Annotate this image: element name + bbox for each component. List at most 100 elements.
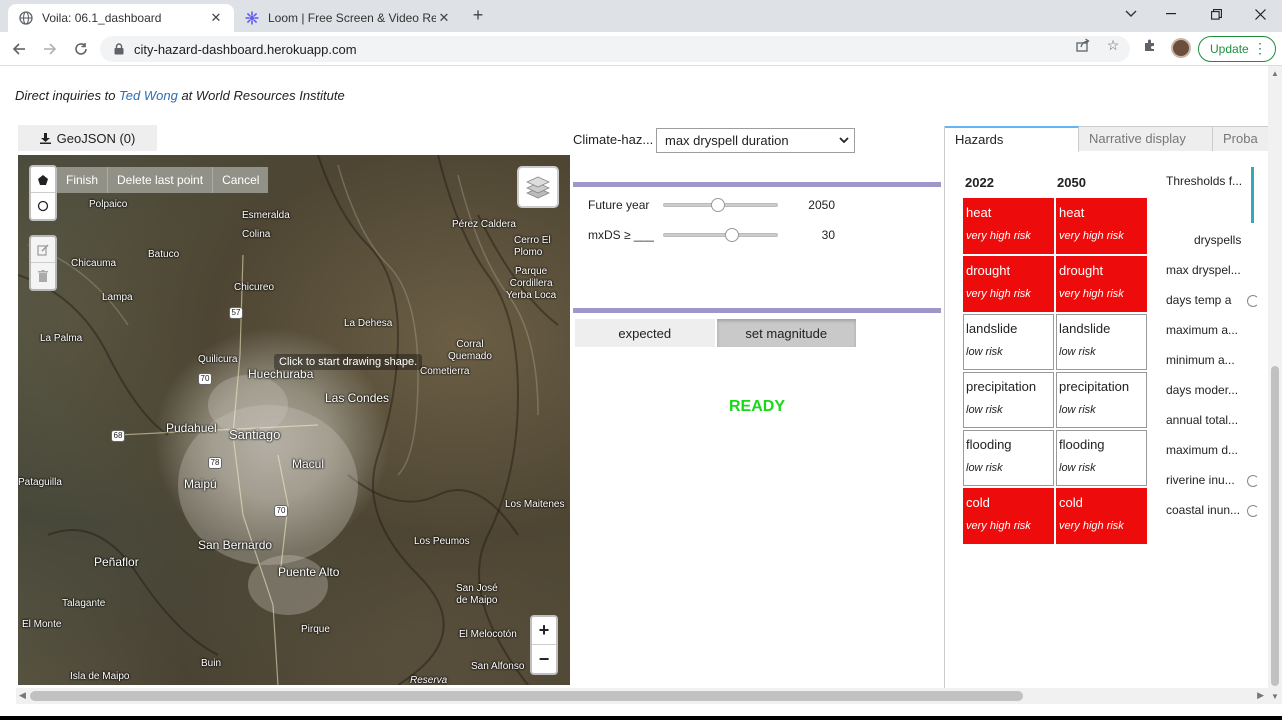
map-label-pudahuel: Pudahuel — [166, 421, 217, 435]
risk-cell-flooding-2022: flooding low risk — [963, 430, 1054, 486]
map-label-cometierra: Cometierra — [420, 366, 470, 377]
section-divider — [573, 308, 941, 313]
threshold-item[interactable]: minimum a... — [1166, 353, 1235, 367]
thresholds-scroll-indicator — [1251, 167, 1254, 223]
threshold-toggle[interactable] — [1247, 505, 1259, 517]
bookmark-star-icon[interactable]: ☆ — [1105, 37, 1121, 53]
zoom-out-button[interactable]: − — [532, 645, 556, 673]
vertical-scrollbar[interactable]: ▲ ▼ — [1268, 66, 1282, 704]
cancel-button[interactable]: Cancel — [212, 167, 269, 193]
share-icon[interactable] — [1075, 37, 1091, 53]
map-label-chicureo: Chicureo — [234, 282, 275, 293]
draw-polygon-button[interactable] — [31, 167, 55, 193]
finish-button[interactable]: Finish — [57, 167, 108, 193]
road-shield: 68 — [111, 430, 125, 442]
tab-search-icon[interactable] — [1121, 4, 1141, 24]
threshold-item[interactable]: riverine inu... — [1166, 473, 1235, 487]
inquiry-prefix: Direct inquiries to — [15, 88, 120, 103]
globe-icon — [18, 10, 34, 26]
risk-cell-drought-2050: drought very high risk — [1056, 256, 1147, 312]
hazard-name: cold — [1059, 495, 1083, 510]
threshold-item[interactable]: maximum d... — [1166, 443, 1238, 457]
threshold-item[interactable]: maximum a... — [1166, 323, 1238, 337]
map-label-pataguilla: Pataguilla — [18, 477, 62, 488]
status-text: READY — [729, 398, 786, 415]
scroll-up-icon[interactable]: ▲ — [1271, 69, 1279, 78]
trash-icon — [38, 270, 48, 282]
threshold-item[interactable]: coastal inun... — [1166, 503, 1240, 517]
inquiry-suffix: at World Resources Institute — [177, 88, 345, 103]
tab-hazards[interactable]: Hazards — [945, 126, 1079, 152]
back-icon[interactable] — [8, 38, 30, 60]
map-label-lampa: Lampa — [102, 292, 133, 303]
threshold-toggle[interactable] — [1247, 295, 1259, 307]
toggle-set-magnitude[interactable]: set magnitude — [716, 319, 856, 347]
map-label-la-palma: La Palma — [40, 333, 83, 344]
hazard-name: landslide — [966, 321, 1018, 336]
future-year-slider-thumb[interactable] — [711, 198, 726, 212]
more-menu-icon[interactable]: ⋮ — [1253, 40, 1267, 57]
close-icon[interactable]: ✕ — [208, 10, 224, 26]
scroll-right-icon[interactable]: ▶ — [1257, 690, 1264, 701]
scroll-left-icon[interactable]: ◀ — [19, 690, 26, 701]
close-icon[interactable]: ✕ — [436, 10, 452, 26]
threshold-item[interactable]: days temp a — [1166, 293, 1231, 307]
hazard-name: precipitation — [966, 379, 1037, 394]
draw-circle-button[interactable] — [31, 193, 55, 219]
future-year-track[interactable] — [663, 198, 778, 212]
edit-toolbar — [29, 235, 57, 291]
threshold-slider-thumb[interactable] — [724, 228, 739, 242]
threshold-item[interactable]: max dryspel... — [1166, 263, 1241, 277]
threshold-toggle[interactable] — [1247, 475, 1259, 487]
road-shield: 57 — [229, 307, 243, 319]
horizontal-scrollbar[interactable]: ◀ ▶ — [16, 688, 1268, 704]
edit-layers-button[interactable] — [31, 237, 55, 263]
threshold-track[interactable] — [663, 228, 778, 242]
restore-icon[interactable] — [1206, 4, 1226, 24]
map-label-pirque: Pirque — [301, 624, 330, 635]
climate-hazard-select[interactable]: max dryspell duration — [656, 128, 855, 153]
threshold-item[interactable]: annual total... — [1166, 413, 1238, 427]
satellite-map[interactable]: Polpaico Esmeralda Colina Pérez Caldera … — [18, 155, 570, 685]
ted-wong-link[interactable]: Ted Wong — [119, 88, 178, 103]
geojson-download-button[interactable]: GeoJSON (0) — [18, 125, 157, 151]
map-label-san-bernardo: San Bernardo — [198, 538, 273, 552]
browser-tab-voila[interactable]: Voila: 06.1_dashboard ✕ — [8, 4, 234, 32]
new-tab-icon[interactable]: + — [468, 6, 488, 26]
risk-cell-heat-2022: heat very high risk — [963, 198, 1054, 254]
close-window-icon[interactable] — [1250, 4, 1270, 24]
extensions-icon[interactable] — [1142, 37, 1158, 53]
threshold-label: mxDS ≥ ___ — [588, 228, 654, 242]
risk-level: low risk — [1059, 404, 1096, 416]
profile-avatar[interactable] — [1171, 38, 1191, 58]
toggle-expected[interactable]: expected — [575, 319, 715, 347]
risk-level: very high risk — [966, 288, 1031, 300]
map-label-reserva: Reserva — [410, 675, 448, 685]
risk-cell-landslide-2050: landslide low risk — [1056, 314, 1147, 370]
forward-icon[interactable] — [39, 38, 61, 60]
minimize-icon[interactable] — [1161, 4, 1181, 24]
delete-layers-button[interactable] — [31, 263, 55, 289]
map-label-batuco: Batuco — [148, 249, 180, 260]
reload-icon[interactable] — [70, 38, 92, 60]
scroll-down-icon[interactable]: ▼ — [1271, 692, 1279, 701]
browser-tab-loom[interactable]: Loom | Free Screen & Video Reco ✕ — [234, 4, 462, 32]
map-label-buin: Buin — [201, 658, 222, 669]
taskbar-edge — [0, 716, 1282, 720]
delete-last-point-button[interactable]: Delete last point — [107, 167, 213, 193]
lock-icon — [112, 42, 126, 56]
browser-tab-strip: Voila: 06.1_dashboard ✕ Loom | Free Scre… — [0, 0, 1282, 32]
address-bar[interactable]: city-hazard-dashboard.herokuapp.com — [100, 36, 1130, 62]
vertical-scroll-thumb[interactable] — [1271, 366, 1279, 686]
map-label-los-maitenes: Los Maitenes — [505, 499, 565, 510]
risk-cell-landslide-2022: landslide low risk — [963, 314, 1054, 370]
threshold-item[interactable]: days moder... — [1166, 383, 1238, 397]
layers-control[interactable] — [517, 166, 559, 208]
tab-probabilities[interactable]: Proba — [1213, 126, 1268, 151]
tab-narrative-display[interactable]: Narrative display — [1079, 126, 1213, 151]
zoom-in-button[interactable]: + — [532, 617, 556, 645]
map-label-esmeralda: Esmeralda — [242, 210, 290, 221]
update-button[interactable]: Update ⋮ — [1198, 36, 1276, 62]
horizontal-scroll-thumb[interactable] — [30, 691, 1023, 701]
hazard-name: drought — [966, 263, 1011, 278]
